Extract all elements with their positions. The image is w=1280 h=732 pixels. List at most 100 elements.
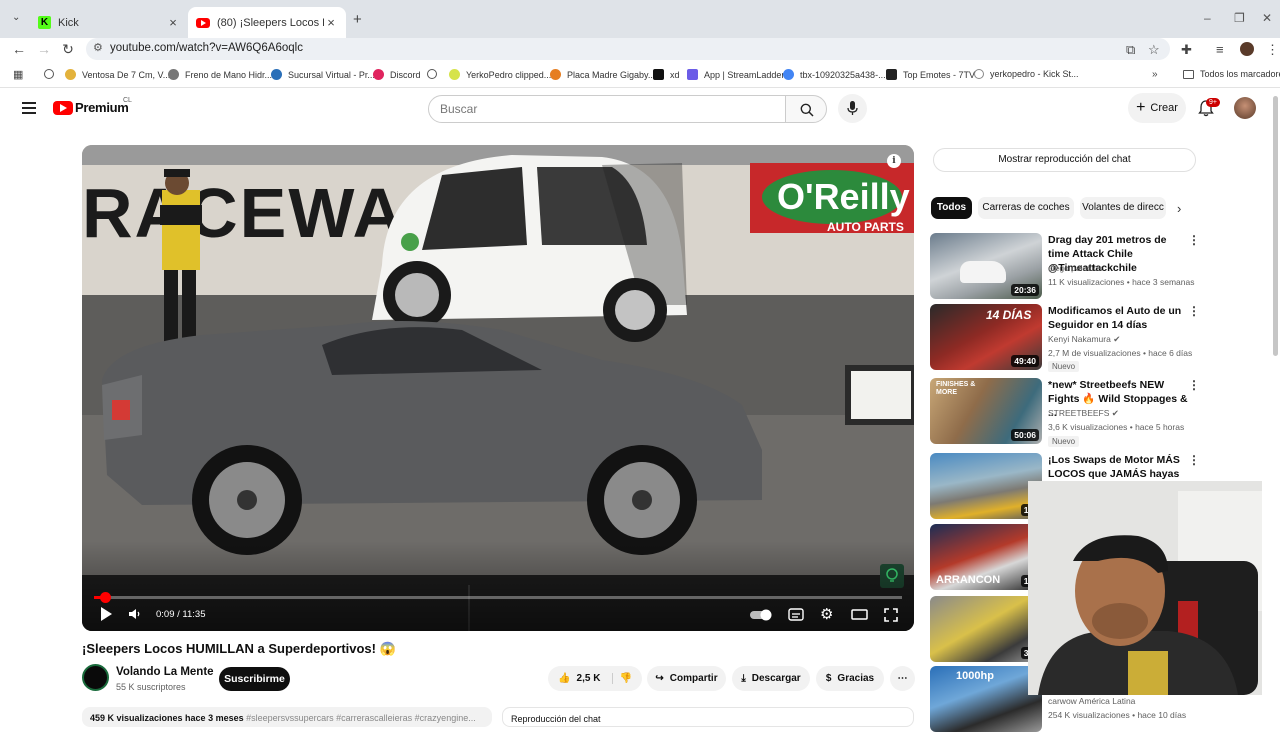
video-thumbnail[interactable]: ARRANCON 18: <box>930 524 1042 590</box>
more-actions-button[interactable]: ⋯ <box>890 666 915 691</box>
youtube-premium-logo[interactable]: Premium CL <box>53 97 132 115</box>
youtube-header: Premium CL + Crear 9+ <box>0 89 1280 129</box>
account-avatar[interactable] <box>1234 97 1256 119</box>
download-button[interactable]: ⤓ Descargar <box>732 666 810 691</box>
address-bar-row: ← → ↻ ⚙ youtube.com/watch?v=AW6Q6A6oqlc … <box>0 38 1280 62</box>
menu-icon[interactable] <box>22 102 36 114</box>
restore-icon[interactable]: ❐ <box>1234 11 1245 25</box>
like-button[interactable]: 👍 2,5 K <box>558 673 614 684</box>
recommended-video[interactable]: 14 DÍAS 49:40 Modificamos el Auto de un … <box>930 304 1200 372</box>
bookmark-item[interactable]: Ventosa De 7 Cm, V... <box>65 69 170 80</box>
page-scrollbar[interactable] <box>1273 96 1278 356</box>
close-window-icon[interactable]: ✕ <box>1262 11 1272 25</box>
play-icon[interactable] <box>99 606 113 622</box>
channel-name[interactable]: Kenyi Nakamura ✔ <box>1048 334 1120 345</box>
apps-icon[interactable]: ▦ <box>13 68 23 81</box>
video-thumbnail[interactable]: 1000hp <box>930 666 1042 732</box>
site-info-icon[interactable]: ⚙ <box>93 41 103 54</box>
thumb-text: 14 DÍAS <box>986 308 1032 322</box>
channel-avatar[interactable] <box>82 664 109 691</box>
recommended-video[interactable]: FINISHES & MORE 50:06 *new* Streetbeefs … <box>930 378 1200 447</box>
video-player[interactable]: RACEWA O'Reilly AUTO PARTS i 0:09 / 11:3… <box>82 145 914 631</box>
more-options-icon[interactable]: ⋮ <box>1188 378 1200 392</box>
bookmark-item[interactable]: Freno de Mano Hidr... <box>168 69 272 80</box>
minimize-icon[interactable]: – <box>1204 11 1211 25</box>
chip-carreras-de-coches[interactable]: Carreras de coches <box>978 197 1074 219</box>
chip-todos[interactable]: Todos <box>931 197 972 219</box>
more-bookmarks-icon[interactable]: » <box>1152 69 1158 80</box>
kick-favicon-icon <box>653 69 664 80</box>
all-bookmarks-folder[interactable]: Todos los marcadores <box>1183 69 1280 79</box>
tab-kick[interactable]: K Kick × <box>30 7 188 38</box>
recommended-video[interactable]: 20:36 Drag day 201 metros de time Attack… <box>930 233 1200 299</box>
chevron-right-icon[interactable]: › <box>1177 201 1181 216</box>
bookmark-item[interactable]: tbx-10920325a438-... <box>783 69 886 80</box>
volume-icon[interactable] <box>128 608 142 620</box>
info-icon[interactable]: i <box>887 154 901 168</box>
search-box[interactable] <box>428 95 786 123</box>
video-meta: 3,6 K visualizaciones • hace 5 horas <box>1048 422 1185 432</box>
media-icon[interactable]: ≡ <box>1216 42 1224 57</box>
theater-mode-icon[interactable] <box>851 609 868 620</box>
video-thumbnail[interactable]: 13: <box>930 453 1042 519</box>
autoplay-toggle-icon[interactable] <box>750 609 774 621</box>
video-thumbnail[interactable]: 14 DÍAS 49:40 <box>930 304 1042 370</box>
fullscreen-icon[interactable] <box>884 608 898 622</box>
bookmark-favicon-icon <box>65 69 76 80</box>
tab-close-icon[interactable]: × <box>166 15 180 30</box>
progress-bar[interactable] <box>94 592 902 603</box>
profile-avatar[interactable] <box>1240 42 1254 56</box>
bookmark-star-icon[interactable]: ☆ <box>1148 42 1160 58</box>
bookmark-item[interactable]: xd <box>653 69 680 80</box>
subtitles-icon[interactable] <box>788 608 804 621</box>
bookmark-item[interactable]: yerkopedro - Kick St... <box>974 69 1079 79</box>
bookmark-item[interactable]: Placa Madre Gigaby... <box>550 69 655 80</box>
bookmark-item[interactable]: Top Emotes - 7TV <box>886 69 975 80</box>
chip-volantes-de-direccion[interactable]: Volantes de direcc <box>1080 197 1166 219</box>
more-options-icon[interactable]: ⋮ <box>1188 233 1200 247</box>
settings-gear-icon[interactable]: ⚙ <box>820 605 833 623</box>
bookmark-item[interactable] <box>44 69 60 79</box>
share-button[interactable]: ↪ Compartir <box>647 666 726 691</box>
bookmark-item[interactable] <box>427 69 443 79</box>
more-options-icon[interactable]: ⋮ <box>1188 304 1200 318</box>
channel-name[interactable]: carwow América Latina <box>1048 696 1135 706</box>
channel-name[interactable]: diego palacios <box>1048 263 1102 273</box>
thumbs-down-icon[interactable]: 👎 <box>619 673 631 684</box>
show-chat-replay-button[interactable]: Mostrar reproducción del chat <box>933 148 1196 172</box>
new-tab-button[interactable]: + <box>353 11 362 28</box>
forward-icon[interactable]: → <box>35 41 53 57</box>
progress-scrubber[interactable] <box>99 592 111 603</box>
bookmark-item[interactable]: YerkoPedro clipped... <box>449 69 551 80</box>
tab-youtube[interactable]: (80) ¡Sleepers Locos HUMILLAN × <box>188 7 346 38</box>
voice-search-button[interactable] <box>838 94 867 123</box>
notification-count-badge: 9+ <box>1206 98 1220 107</box>
bookmark-item[interactable]: App | StreamLadder <box>687 69 784 80</box>
extensions-icon[interactable]: ✚ <box>1181 42 1192 58</box>
video-thumbnail[interactable]: 20:36 <box>930 233 1042 299</box>
subscribe-button[interactable]: Suscribirme <box>219 667 290 691</box>
search-button[interactable] <box>785 95 827 123</box>
tab-title: Kick <box>58 16 79 29</box>
reload-icon[interactable]: ↻ <box>59 41 77 58</box>
omnibox[interactable]: ⚙ youtube.com/watch?v=AW6Q6A6oqlc <box>86 38 1170 60</box>
channel-name[interactable]: STREETBEEFS ✔ <box>1048 408 1119 419</box>
chrome-menu-icon[interactable]: ⋮ <box>1266 42 1279 58</box>
svg-text:RACEWA: RACEWA <box>82 174 405 252</box>
bookmark-item[interactable]: Sucursal Virtual - Pr... <box>271 69 375 80</box>
bookmark-item[interactable]: Discord <box>373 69 421 80</box>
tab-close-icon[interactable]: × <box>324 15 338 30</box>
thanks-button[interactable]: $ Gracias <box>816 666 884 691</box>
install-app-icon[interactable]: ⧉ <box>1126 42 1135 58</box>
more-options-icon[interactable]: ⋮ <box>1188 453 1200 467</box>
create-button[interactable]: + Crear <box>1128 93 1186 123</box>
video-thumbnail[interactable]: 34: <box>930 596 1042 662</box>
video-thumbnail[interactable]: FINISHES & MORE 50:06 <box>930 378 1042 444</box>
description-box[interactable]: 459 K visualizaciones hace 3 meses #slee… <box>82 707 492 727</box>
video-title[interactable]: Modificamos el Auto de un Seguidor en 14… <box>1048 304 1188 332</box>
tab-search-chevron-icon[interactable]: ⌄ <box>12 12 20 23</box>
search-input[interactable] <box>429 96 759 122</box>
channel-name[interactable]: Volando La Mente <box>116 666 214 678</box>
folder-icon <box>1183 69 1194 79</box>
back-icon[interactable]: ← <box>10 41 28 57</box>
